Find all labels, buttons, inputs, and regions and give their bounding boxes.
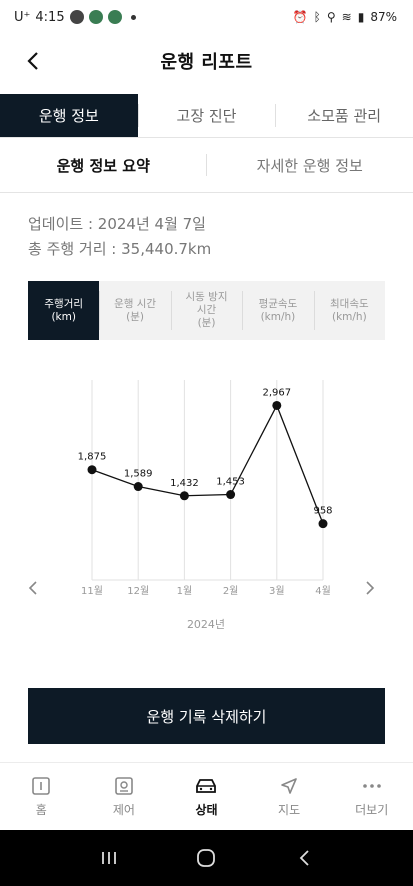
metric-tab-max-speed[interactable]: 최대속도 (km/h) [313, 281, 385, 340]
home-system-button[interactable] [186, 838, 226, 878]
recent-apps-icon [101, 852, 116, 864]
data-label: 1,875 [78, 452, 107, 463]
nav-map-label: 지도 [278, 802, 301, 817]
data-point [179, 491, 189, 501]
nav-more-label: 더보기 [355, 802, 389, 817]
app-header: 운행 리포트 [0, 38, 413, 84]
data-point [87, 465, 97, 475]
data-point [133, 482, 143, 492]
data-label: 1,589 [124, 469, 153, 480]
tab-driving-info[interactable]: 운행 정보 [0, 94, 138, 137]
main-tabs: 운행 정보 고장 진단 소모품 관리 [0, 94, 413, 138]
data-label: 1,453 [216, 477, 245, 488]
x-tick-label: 2월 [223, 585, 239, 597]
nav-map[interactable]: 지도 [248, 763, 331, 830]
battery-level: 87% [370, 10, 397, 24]
status-bar: U⁺ 4:15 ⏰ ᛒ ⚲ ≋ ▮ 87% [0, 0, 413, 34]
home-circle-icon [197, 849, 216, 867]
bluetooth-icon: ᛒ [313, 10, 321, 24]
x-tick-label: 3월 [269, 585, 285, 597]
distance-chart: 1,875 11월 1,589 12월 1,432 1월 1,453 2월 2,967 3월 958… [0, 352, 413, 642]
metric-tabs: 주행거리 (km) 운행 시간 (분) 시동 방지 시간 (분) 평균속도 (k… [28, 281, 385, 340]
signal-icon: ▮ [357, 10, 365, 24]
carrier-label: U⁺ [14, 9, 31, 25]
back-chevron-icon [299, 850, 309, 866]
status-right: ⏰ ᛒ ⚲ ≋ ▮ 87% [293, 10, 397, 24]
x-tick-label: 11월 [81, 585, 103, 597]
navigation-arrow-icon [281, 777, 297, 794]
nav-home-label: 홈 [35, 802, 47, 817]
page-title: 운행 리포트 [160, 52, 253, 73]
message-notification-icon [69, 10, 84, 24]
x-axis-label: 2024년 [187, 618, 225, 631]
back-system-button[interactable] [284, 838, 324, 878]
wifi-icon: ≋ [341, 10, 352, 24]
nav-home[interactable]: 홈 [0, 763, 83, 830]
sub-tabs: 운행 정보 요약 자세한 운행 정보 [0, 138, 413, 193]
metric-tab-average-speed[interactable]: 평균속도 (km/h) [242, 281, 313, 340]
nav-status[interactable]: 상태 [165, 763, 248, 830]
more-dots-icon [362, 783, 381, 788]
sub-tab-divider [206, 154, 207, 176]
tab-fault-diagnosis[interactable]: 고장 진단 [137, 94, 276, 137]
tab-summary[interactable]: 운행 정보 요약 [0, 138, 207, 192]
chart-prev-button[interactable] [28, 580, 48, 604]
data-label: 2,967 [262, 387, 291, 398]
bottom-nav: 홈 제어 상태 지도 더보기 [0, 762, 413, 830]
metric-tab-drive-time[interactable]: 운행 시간 (분) [99, 281, 170, 340]
alarm-icon: ⏰ [292, 10, 308, 24]
remote-control-icon [115, 776, 133, 795]
status-time: 4:15 [35, 9, 65, 25]
tab-consumables[interactable]: 소모품 관리 [275, 94, 413, 137]
data-label: 1,432 [170, 478, 199, 489]
system-nav-bar [0, 830, 413, 886]
nav-status-label: 상태 [195, 802, 218, 817]
chevron-left-icon [27, 52, 38, 70]
delete-records-button[interactable]: 운행 기록 삭제하기 [28, 688, 385, 744]
chevron-left-icon [28, 581, 37, 595]
x-tick-label: 12월 [127, 585, 149, 597]
back-button[interactable] [18, 46, 48, 76]
app-notification-icon-2 [107, 10, 122, 24]
app-notification-icon [88, 10, 103, 24]
update-date: 업데이트 : 2024년 4월 7일 [28, 215, 206, 233]
chevron-right-icon [366, 581, 375, 595]
data-point [272, 400, 282, 410]
nav-control[interactable]: 제어 [83, 763, 166, 830]
home-icon [32, 776, 51, 795]
data-point [226, 490, 236, 500]
series-line [91, 403, 324, 524]
report-info: 업데이트 : 2024년 4월 7일 총 주행 거리 : 35,440.7km [28, 212, 211, 262]
chart-next-button[interactable] [365, 580, 385, 604]
data-label: 958 [313, 506, 332, 517]
line-chart-svg: 1,875 11월 1,589 12월 1,432 1월 1,453 2월 2,967 3월 958… [78, 380, 333, 631]
recent-apps-button[interactable] [89, 838, 129, 878]
data-point [318, 519, 328, 529]
metric-tab-idle-time[interactable]: 시동 방지 시간 (분) [170, 281, 242, 340]
nav-control-label: 제어 [112, 802, 135, 817]
x-tick-label: 4월 [315, 585, 331, 597]
metric-tab-distance[interactable]: 주행거리 (km) [28, 281, 100, 340]
nav-more[interactable]: 더보기 [330, 763, 413, 830]
car-status-icon [196, 778, 217, 793]
status-left: U⁺ 4:15 [14, 10, 136, 25]
x-tick-label: 1월 [177, 585, 193, 597]
location-icon: ⚲ [326, 10, 336, 24]
more-notifications-icon [130, 14, 136, 20]
total-distance: 총 주행 거리 : 35,440.7km [28, 240, 212, 258]
tab-detailed-info[interactable]: 자세한 운행 정보 [207, 138, 413, 192]
